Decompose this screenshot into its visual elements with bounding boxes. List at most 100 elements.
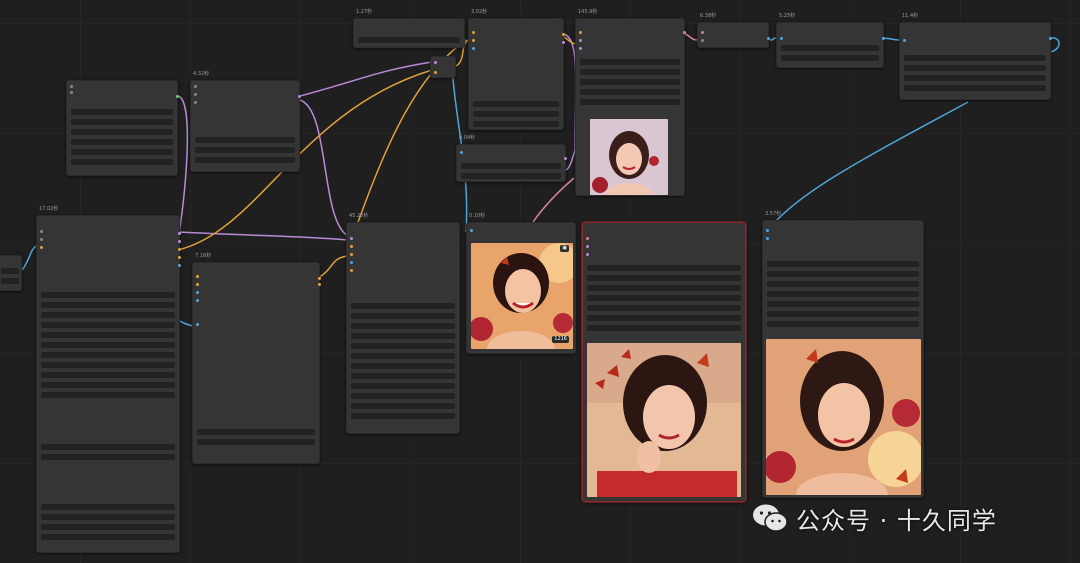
node-n3[interactable]: 145.9秒 bbox=[575, 9, 686, 196]
node-widget[interactable] bbox=[461, 163, 561, 169]
node-widget[interactable] bbox=[41, 534, 175, 540]
node-widget[interactable] bbox=[41, 302, 175, 308]
input-port[interactable] bbox=[40, 246, 43, 249]
output-port[interactable] bbox=[178, 256, 181, 259]
node-widget[interactable] bbox=[195, 157, 295, 163]
node-widget[interactable] bbox=[41, 382, 175, 388]
node-widget[interactable] bbox=[904, 85, 1046, 91]
node-widget[interactable] bbox=[41, 454, 175, 460]
input-port[interactable] bbox=[350, 261, 353, 264]
node-widget[interactable] bbox=[351, 333, 455, 339]
input-port[interactable] bbox=[579, 39, 582, 42]
input-port[interactable] bbox=[196, 275, 199, 278]
node-widget[interactable] bbox=[904, 75, 1046, 81]
node-widget[interactable] bbox=[767, 291, 919, 297]
node-widget[interactable] bbox=[41, 352, 175, 358]
node-widget[interactable] bbox=[580, 79, 680, 85]
node-n11[interactable]: 7.16秒 bbox=[192, 253, 321, 464]
input-port[interactable] bbox=[579, 31, 582, 34]
node-n12[interactable]: 45.20秒 bbox=[346, 213, 460, 434]
node-widget[interactable] bbox=[767, 261, 919, 267]
node-widget[interactable] bbox=[1, 268, 19, 274]
node-widget[interactable] bbox=[767, 271, 919, 277]
node-widget[interactable] bbox=[351, 343, 455, 349]
node-widget[interactable] bbox=[71, 149, 173, 155]
node-widget[interactable] bbox=[781, 45, 879, 51]
node-n10[interactable]: 17.02秒 bbox=[36, 206, 181, 553]
input-port[interactable] bbox=[586, 245, 589, 248]
input-port[interactable] bbox=[903, 39, 906, 42]
input-port[interactable] bbox=[472, 31, 475, 34]
node-widget[interactable] bbox=[587, 275, 741, 281]
node-widget[interactable] bbox=[587, 265, 741, 271]
node-widget[interactable] bbox=[351, 413, 455, 419]
node-widget[interactable] bbox=[41, 444, 175, 450]
input-port[interactable] bbox=[766, 237, 769, 240]
node-widget[interactable] bbox=[351, 393, 455, 399]
node-widget[interactable] bbox=[587, 325, 741, 331]
node-n14[interactable] bbox=[582, 222, 746, 502]
input-port[interactable] bbox=[434, 71, 437, 74]
output-port[interactable] bbox=[176, 95, 179, 98]
node-widget[interactable] bbox=[473, 111, 559, 117]
input-port[interactable] bbox=[70, 91, 73, 94]
input-port[interactable] bbox=[196, 323, 199, 326]
preview-image[interactable] bbox=[471, 243, 573, 349]
node-n13[interactable]: 0.10秒 1216 ▣ bbox=[466, 213, 576, 354]
output-port[interactable] bbox=[882, 37, 885, 40]
input-port[interactable] bbox=[701, 31, 704, 34]
node-widget[interactable] bbox=[41, 332, 175, 338]
node-widget[interactable] bbox=[351, 313, 455, 319]
node-widget[interactable] bbox=[587, 305, 741, 311]
node-widget[interactable] bbox=[71, 159, 173, 165]
node-widget[interactable] bbox=[71, 139, 173, 145]
node-widget[interactable] bbox=[904, 65, 1046, 71]
input-port[interactable] bbox=[460, 151, 463, 154]
input-port[interactable] bbox=[701, 39, 704, 42]
input-port[interactable] bbox=[194, 93, 197, 96]
input-port[interactable] bbox=[70, 85, 73, 88]
input-port[interactable] bbox=[766, 229, 769, 232]
output-port[interactable] bbox=[767, 37, 770, 40]
node-widget[interactable] bbox=[904, 55, 1046, 61]
node-widget[interactable] bbox=[580, 69, 680, 75]
node-n6[interactable]: 11.4秒 bbox=[899, 13, 1052, 100]
node-widget[interactable] bbox=[41, 312, 175, 318]
node-widget[interactable] bbox=[767, 301, 919, 307]
input-port[interactable] bbox=[196, 299, 199, 302]
node-widget[interactable] bbox=[351, 353, 455, 359]
node-n5[interactable]: 5.25秒 bbox=[776, 13, 885, 68]
output-port[interactable] bbox=[318, 283, 321, 286]
input-port[interactable] bbox=[194, 101, 197, 104]
node-widget[interactable] bbox=[41, 322, 175, 328]
preview-image[interactable] bbox=[766, 339, 921, 495]
node-widget[interactable] bbox=[358, 37, 460, 43]
node-widget[interactable] bbox=[41, 292, 175, 298]
node-reroute[interactable] bbox=[430, 56, 456, 78]
node-widget[interactable] bbox=[71, 109, 173, 115]
node-widget[interactable] bbox=[767, 311, 919, 317]
node-stub-left[interactable] bbox=[0, 255, 22, 291]
node-n7[interactable] bbox=[66, 80, 179, 176]
node-widget[interactable] bbox=[351, 373, 455, 379]
node-widget[interactable] bbox=[587, 315, 741, 321]
node-widget[interactable] bbox=[1, 278, 19, 284]
node-widget[interactable] bbox=[41, 392, 175, 398]
input-port[interactable] bbox=[350, 253, 353, 256]
output-port[interactable] bbox=[298, 95, 301, 98]
input-port[interactable] bbox=[434, 61, 437, 64]
node-widget[interactable] bbox=[587, 285, 741, 291]
node-widget[interactable] bbox=[351, 323, 455, 329]
node-widget[interactable] bbox=[71, 119, 173, 125]
node-n4[interactable]: 6.38秒 bbox=[697, 13, 770, 48]
node-widget[interactable] bbox=[473, 101, 559, 107]
node-widget[interactable] bbox=[41, 524, 175, 530]
input-port[interactable] bbox=[472, 47, 475, 50]
node-widget[interactable] bbox=[580, 59, 680, 65]
output-port[interactable] bbox=[562, 33, 565, 36]
input-port[interactable] bbox=[40, 238, 43, 241]
output-port[interactable] bbox=[1049, 37, 1052, 40]
node-widget[interactable] bbox=[197, 429, 315, 435]
output-port[interactable] bbox=[562, 41, 565, 44]
node-widget[interactable] bbox=[351, 383, 455, 389]
